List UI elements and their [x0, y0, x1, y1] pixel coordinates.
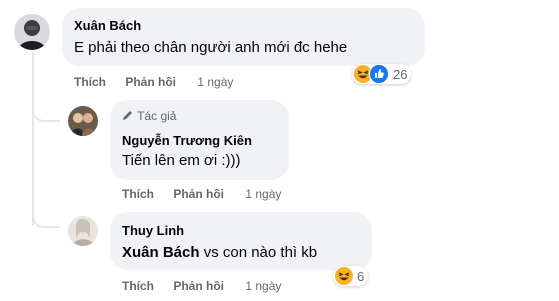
- reply-text: Tiến lên em ơi :))): [122, 152, 241, 169]
- like-button[interactable]: Thích: [122, 187, 154, 201]
- timestamp[interactable]: 1 ngày: [245, 187, 281, 201]
- pencil-icon: [123, 111, 132, 120]
- comment-author[interactable]: Xuân Bách: [74, 18, 141, 33]
- reply-actions: Thích Phản hồi 1 ngày: [122, 187, 281, 201]
- reply-author[interactable]: Thuy Linh: [122, 223, 184, 238]
- reaction-count: 6: [357, 268, 365, 284]
- avatar[interactable]: [68, 216, 98, 246]
- comment-bubble: Xuân Bách E phải theo chân người anh mới…: [62, 8, 425, 66]
- thread-line: [32, 52, 34, 226]
- reply-bubble: Thuy Linh Xuân Bách vs con nào thì kb: [110, 212, 372, 270]
- avatar[interactable]: [68, 106, 98, 136]
- author-badge: Tác giả: [122, 109, 176, 123]
- reaction-summary[interactable]: 26: [352, 64, 412, 84]
- haha-emoji-icon: [335, 267, 353, 285]
- comment-text: E phải theo chân người anh mới đc hehe: [74, 39, 348, 56]
- avatar[interactable]: [14, 14, 50, 50]
- reply-button[interactable]: Phản hồi: [173, 279, 224, 293]
- timestamp[interactable]: 1 ngày: [245, 279, 281, 293]
- reply-text-body: vs con nào thì kb: [199, 244, 318, 261]
- comment-actions: Thích Phản hồi 1 ngày: [74, 75, 233, 89]
- reply-button[interactable]: Phản hồi: [125, 75, 176, 89]
- badge-label: Tác giả: [137, 109, 177, 123]
- reply-bubble: Tác giả Nguyễn Trương Kiên Tiến lên em ơ…: [110, 100, 289, 180]
- like-button[interactable]: Thích: [122, 279, 154, 293]
- reply-button[interactable]: Phản hồi: [173, 187, 224, 201]
- thread-branch: [32, 206, 60, 228]
- like-button[interactable]: Thích: [74, 75, 106, 89]
- like-icon: [369, 64, 389, 84]
- reply-actions: Thích Phản hồi 1 ngày: [122, 279, 281, 293]
- timestamp[interactable]: 1 ngày: [197, 75, 233, 89]
- reaction-summary[interactable]: 6: [333, 266, 369, 286]
- reaction-count: 26: [393, 66, 408, 82]
- avatar-image: [68, 106, 98, 136]
- reply-author[interactable]: Nguyễn Trương Kiên: [122, 133, 252, 148]
- avatar-image: [68, 216, 98, 246]
- thread-branch: [32, 100, 60, 122]
- reply-text: Xuân Bách vs con nào thì kb: [122, 244, 317, 261]
- mention-link[interactable]: Xuân Bách: [122, 244, 200, 261]
- avatar-image: [14, 14, 50, 50]
